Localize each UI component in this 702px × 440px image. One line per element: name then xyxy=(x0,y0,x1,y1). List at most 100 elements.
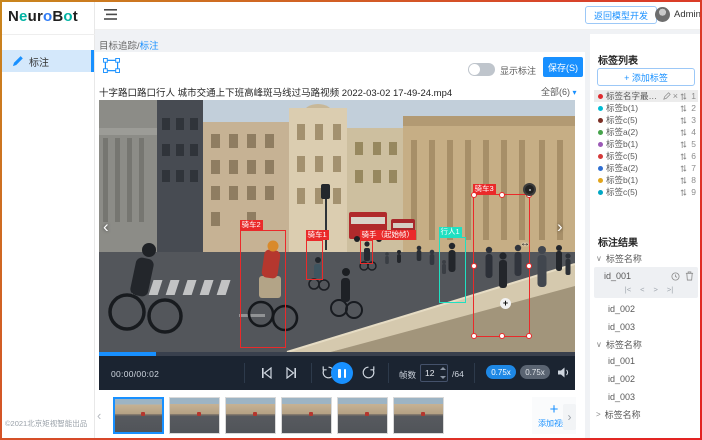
label-list-item[interactable]: 标签a(2)4 xyxy=(594,126,698,138)
video-thumbnail[interactable] xyxy=(337,397,388,434)
divider xyxy=(474,363,475,383)
label-list-item[interactable]: 标签a(2)7 xyxy=(594,162,698,174)
show-annotation-toggle[interactable] xyxy=(468,63,495,76)
nav-first-icon[interactable]: |< xyxy=(625,285,631,294)
sidebar-item-annotate[interactable]: 标注 xyxy=(0,50,94,72)
sort-icon[interactable] xyxy=(680,176,687,185)
breadcrumb-current: 标注 xyxy=(140,41,159,52)
label-list-item[interactable]: 标签名字最长数...×1 xyxy=(594,90,698,102)
speed-pill-secondary[interactable]: 0.75x xyxy=(520,365,550,379)
resize-handle[interactable] xyxy=(526,333,532,339)
anchor-dot xyxy=(523,183,536,196)
app-logo: NeuroBot xyxy=(8,8,78,25)
video-thumbnail[interactable] xyxy=(169,397,220,434)
user-name[interactable]: Admin xyxy=(674,9,701,20)
sort-icon[interactable] xyxy=(680,164,687,173)
label-color-dot xyxy=(598,118,603,123)
result-group-name: 标签名称 xyxy=(606,252,642,265)
sort-icon[interactable] xyxy=(680,140,687,149)
avatar[interactable] xyxy=(655,7,670,22)
next-frame-icon[interactable] xyxy=(285,367,297,379)
volume-icon[interactable] xyxy=(557,366,570,379)
bounding-box[interactable]: 行人1 xyxy=(439,237,466,303)
breadcrumb-parent[interactable]: 目标追踪 xyxy=(99,41,137,52)
label-list-item[interactable]: 标签b(1)5 xyxy=(594,138,698,150)
sort-icon[interactable] xyxy=(680,188,687,197)
result-item[interactable]: id_002 xyxy=(594,370,698,388)
speed-pill-active[interactable]: 0.75x xyxy=(486,365,516,379)
sort-icon[interactable] xyxy=(680,128,687,137)
resize-handle[interactable] xyxy=(499,192,505,198)
bounding-box[interactable]: 骑手（起始帧） xyxy=(360,240,373,264)
label-color-dot xyxy=(598,154,603,159)
stepper-up-icon[interactable] xyxy=(440,367,446,370)
sort-icon[interactable] xyxy=(680,116,687,125)
video-title: 十字路口路口行人 城市交通上下班高峰斑马线过马路视频 2022-03-02 17… xyxy=(99,85,499,99)
prev-frame-icon[interactable] xyxy=(261,367,273,379)
video-thumbnail[interactable] xyxy=(281,397,332,434)
result-item[interactable]: id_002 xyxy=(594,300,698,318)
resize-handle[interactable] xyxy=(471,263,477,269)
result-item[interactable]: id_001 xyxy=(594,352,698,370)
result-group-header[interactable]: >标签名称 xyxy=(594,406,698,422)
nav-prev-icon[interactable]: < xyxy=(640,285,644,294)
results-title: 标注结果 xyxy=(598,234,638,249)
clock-icon[interactable] xyxy=(671,272,680,281)
label-list-item[interactable]: 标签b(1)2 xyxy=(594,102,698,114)
result-item[interactable]: id_003 xyxy=(594,318,698,336)
resize-handle[interactable] xyxy=(471,333,477,339)
label-list-item[interactable]: 标签b(1)8 xyxy=(594,174,698,186)
bounding-box[interactable]: 骑车2 xyxy=(240,230,286,348)
rect-select-tool-icon[interactable] xyxy=(103,58,120,73)
collapse-menu-icon[interactable] xyxy=(104,9,117,20)
save-button[interactable]: 保存(S) xyxy=(543,57,583,77)
filmstrip-next-chevron[interactable]: › xyxy=(563,404,576,430)
video-thumbnail[interactable] xyxy=(113,397,164,434)
edit-icon[interactable] xyxy=(663,92,671,100)
result-item[interactable]: id_003 xyxy=(594,388,698,406)
pause-button[interactable] xyxy=(331,362,353,384)
sort-icon[interactable] xyxy=(680,152,687,161)
sort-icon[interactable] xyxy=(680,104,687,113)
filmstrip-prev-chevron[interactable]: ‹ xyxy=(97,408,101,423)
video-thumbnail[interactable] xyxy=(225,397,276,434)
frame-total: /64 xyxy=(452,369,464,379)
label-list-item[interactable]: 标签c(5)6 xyxy=(594,150,698,162)
bounding-box[interactable]: 骑车3 xyxy=(473,194,530,337)
bounding-box[interactable]: 骑车1 xyxy=(306,240,323,280)
right-panel: 标签列表 + 添加标签 标签名字最长数...×1标签b(1)2标签c(5)3标签… xyxy=(590,34,702,440)
video-canvas[interactable]: 骑车2骑车1骑手（起始帧）行人1骑车3 ‹ › + ↔ xyxy=(99,100,575,352)
bounding-boxes-layer: 骑车2 骑车1 骑手（起始帧） 行人1 骑车3 xyxy=(99,100,575,352)
label-list-item[interactable]: 标签c(5)9 xyxy=(594,186,698,198)
filter-dropdown[interactable]: 全部(6) ▾ xyxy=(541,85,577,98)
logo-letter: ur xyxy=(28,8,43,25)
nav-last-icon[interactable]: >| xyxy=(667,285,673,294)
add-label-button[interactable]: + 添加标签 xyxy=(597,68,695,86)
label-list-item[interactable]: 标签c(5)3 xyxy=(594,114,698,126)
result-group-header[interactable]: ∨标签名称 xyxy=(594,250,698,266)
plus-icon: + xyxy=(550,403,559,416)
forward-10-icon[interactable] xyxy=(361,365,376,380)
show-annotation-label: 显示标注 xyxy=(500,64,536,77)
stepper-down-icon[interactable] xyxy=(440,376,446,379)
trash-icon[interactable] xyxy=(685,271,694,281)
filter-value: 全部(6) xyxy=(541,87,570,97)
divider xyxy=(0,34,95,35)
delete-label-icon[interactable]: × xyxy=(673,91,678,101)
filmstrip: ‹ + 添加视频 › xyxy=(95,394,585,440)
sort-icon[interactable] xyxy=(680,92,687,101)
logo-letter: t xyxy=(73,8,78,25)
result-group-header[interactable]: ∨标签名称 xyxy=(594,336,698,352)
resize-handle[interactable] xyxy=(499,333,505,339)
back-to-model-dev-button[interactable]: 返回模型开发 xyxy=(585,6,657,24)
video-prev-chevron[interactable]: ‹ xyxy=(103,218,109,235)
result-group-name: 标签名称 xyxy=(606,338,642,351)
result-item-selected[interactable]: id_001|<<>>| xyxy=(594,267,698,298)
label-index: 4 xyxy=(690,127,696,137)
video-next-chevron[interactable]: › xyxy=(557,218,563,235)
video-thumbnail[interactable] xyxy=(393,397,444,434)
frame-stepper[interactable] xyxy=(440,365,447,381)
nav-next-icon[interactable]: > xyxy=(654,285,658,294)
resize-handle[interactable] xyxy=(526,263,532,269)
resize-handle[interactable] xyxy=(471,192,477,198)
